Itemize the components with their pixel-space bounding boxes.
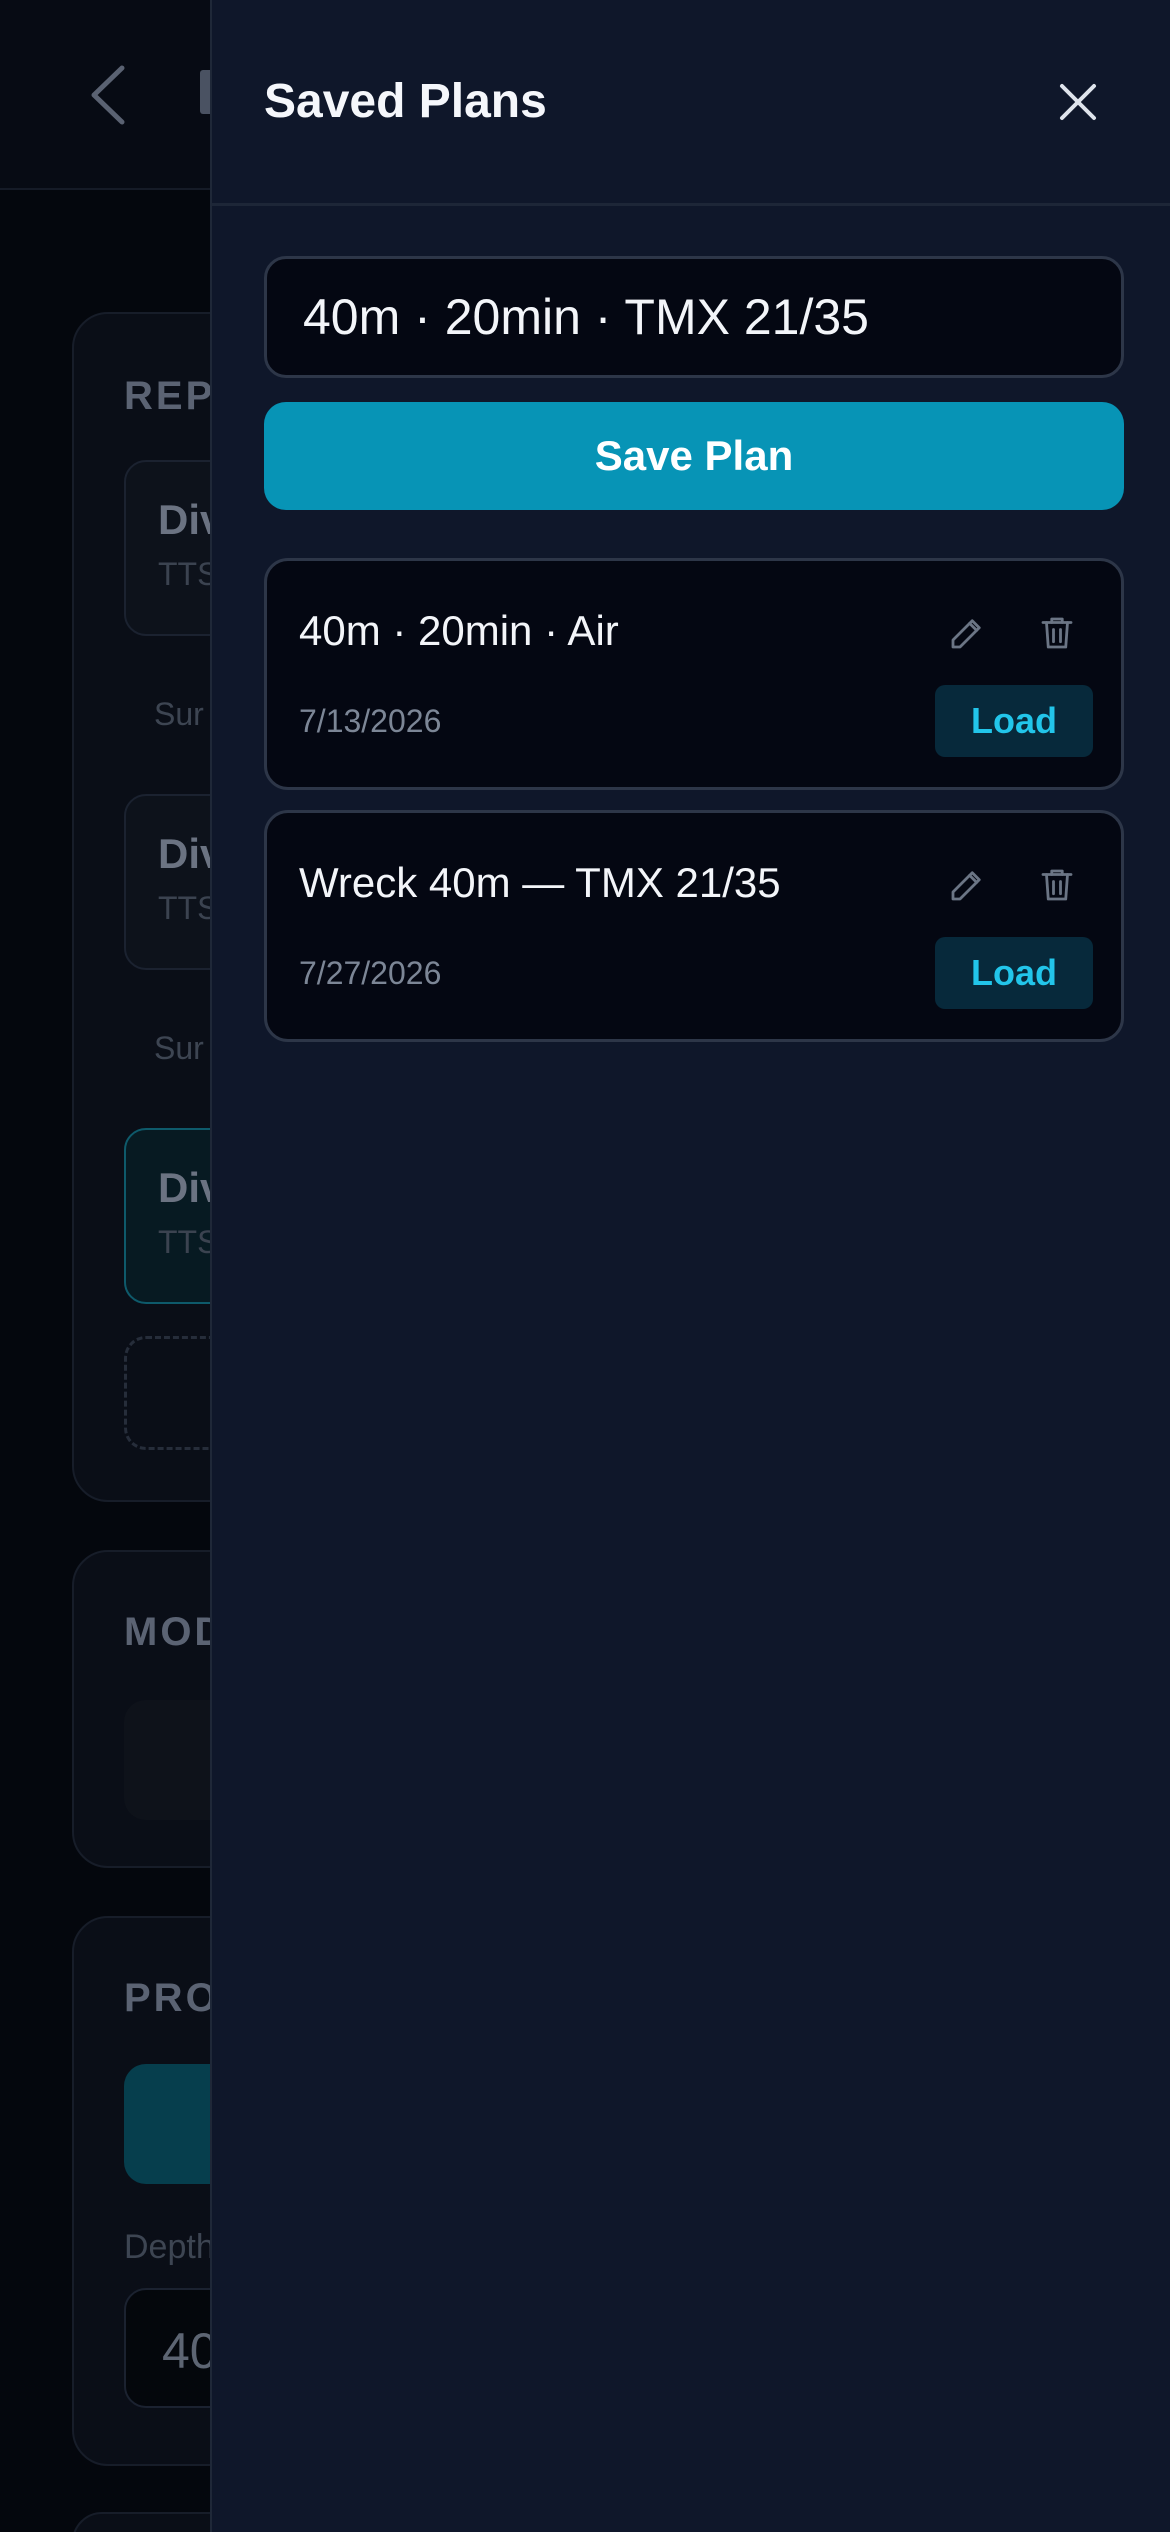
chevron-left-icon[interactable] — [84, 60, 132, 130]
plan-name-input[interactable] — [264, 256, 1124, 378]
surface-interval-label: Sur — [154, 1030, 204, 1066]
drawer-title: Saved Plans — [264, 75, 547, 128]
close-icon — [1060, 84, 1096, 120]
plan-date: 7/27/2026 — [299, 955, 442, 991]
saved-plan-card: Wreck 40m — TMX 21/35 7/27/2026 Load — [264, 810, 1124, 1042]
delete-button[interactable] — [1025, 853, 1089, 917]
saved-plans-drawer: Saved Plans Save Plan 40m · 20min · Air — [210, 0, 1170, 2532]
edit-icon — [951, 619, 981, 649]
plan-date: 7/13/2026 — [299, 703, 442, 739]
edit-button[interactable] — [935, 601, 999, 665]
load-plan-button[interactable]: Load — [935, 937, 1093, 1009]
section-title-repeat: REP — [124, 374, 216, 418]
edit-icon — [951, 871, 981, 901]
delete-button[interactable] — [1025, 601, 1089, 665]
depth-label: Depth — [124, 2228, 215, 2266]
close-button[interactable] — [1038, 62, 1118, 142]
trash-icon — [1041, 869, 1073, 901]
drawer-header: Saved Plans — [212, 0, 1170, 206]
plan-name: 40m · 20min · Air — [299, 607, 619, 654]
section-title-profile: PRO — [124, 1976, 220, 2020]
edit-button[interactable] — [935, 853, 999, 917]
surface-interval-label: Sur — [154, 696, 204, 732]
trash-icon — [1041, 617, 1073, 649]
load-plan-button[interactable]: Load — [935, 685, 1093, 757]
saved-plan-card: 40m · 20min · Air 7/13/2026 Load — [264, 558, 1124, 790]
save-plan-button[interactable]: Save Plan — [264, 402, 1124, 510]
plan-name: Wreck 40m — TMX 21/35 — [299, 859, 781, 906]
